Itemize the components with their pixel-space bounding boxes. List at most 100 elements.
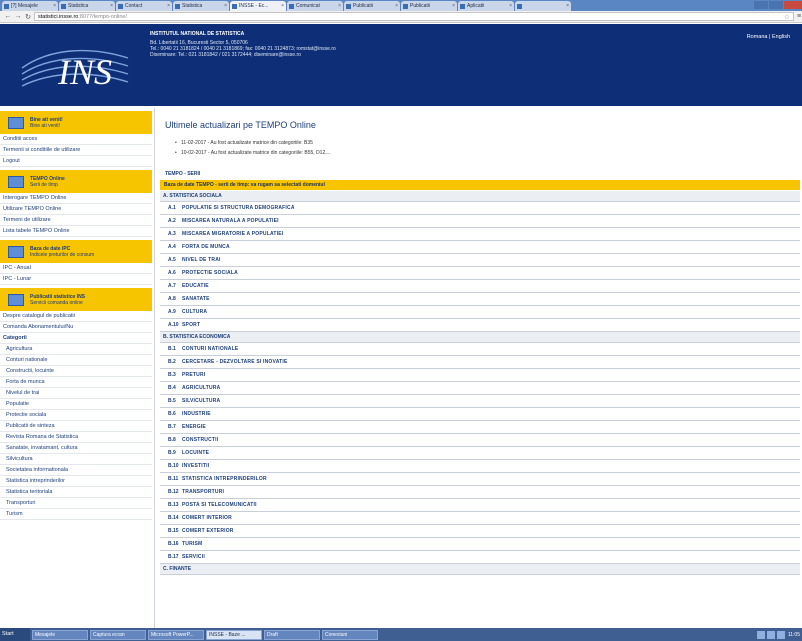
domain-name[interactable]: SILVICULTURA (182, 395, 220, 407)
tab-close-icon[interactable]: × (395, 3, 398, 9)
sidebar-category-link[interactable]: Silvicultura (0, 454, 152, 465)
domain-name[interactable]: PROTECTIE SOCIALA (182, 267, 238, 279)
sidebar-category-link[interactable]: Populatie (0, 399, 152, 410)
forward-icon[interactable]: → (14, 13, 22, 20)
section-header[interactable]: C. FINANTE (160, 564, 800, 575)
domain-name[interactable]: TURISM (182, 538, 202, 550)
sidebar-category-link[interactable]: Turism (0, 509, 152, 520)
browser-tab[interactable]: × (515, 1, 571, 11)
flag-icon[interactable] (776, 630, 785, 639)
sidebar-category-link[interactable]: Transporturi (0, 498, 152, 509)
start-button[interactable]: Start (0, 628, 30, 641)
news-text[interactable]: 11-02-2017 - Au fost actualizate matrice… (181, 138, 313, 148)
sidebar-category-link[interactable]: Publicatii de sinteza (0, 421, 152, 432)
domain-row[interactable]: A.8 SANATATE (160, 293, 800, 306)
domain-name[interactable]: SPORT (182, 319, 200, 331)
domain-row[interactable]: B.8 CONSTRUCTII (160, 434, 800, 447)
minimize-button[interactable] (754, 1, 768, 9)
domain-name[interactable]: POPULATIE SI STRUCTURA DEMOGRAFICA (182, 202, 295, 214)
domain-name[interactable]: STATISTICA INTREPRINDERILOR (182, 473, 267, 485)
domain-row[interactable]: A.10 SPORT (160, 319, 800, 332)
domain-name[interactable]: NIVEL DE TRAI (182, 254, 221, 266)
domain-row[interactable]: A.4 FORTA DE MUNCA (160, 241, 800, 254)
browser-tab[interactable]: Comunicat × (287, 1, 343, 11)
close-window-button[interactable] (784, 1, 802, 9)
domain-row[interactable]: B.4 AGRICULTURA (160, 382, 800, 395)
news-text[interactable]: 10-02-2017 - Au fost actualizate matrice… (181, 148, 331, 158)
sidebar-link[interactable]: Comanda Abonamentului/Nu (0, 322, 152, 333)
sidebar-category-link[interactable]: Nivelul de trai (0, 388, 152, 399)
tab-close-icon[interactable]: × (281, 3, 284, 9)
domain-name[interactable]: CERCETARE - DEZVOLTARE SI INOVATIE (182, 356, 288, 368)
browser-tab[interactable]: Contact × (116, 1, 172, 11)
browser-tab[interactable]: Aplicatii × (458, 1, 514, 11)
browser-tab[interactable]: Statistica × (59, 1, 115, 11)
domain-name[interactable]: SANATATE (182, 293, 210, 305)
domain-row[interactable]: B.14 COMERT INTERIOR (160, 512, 800, 525)
tab-close-icon[interactable]: × (452, 3, 455, 9)
domain-name[interactable]: INDUSTRIE (182, 408, 211, 420)
domain-name[interactable]: TRANSPORTURI (182, 486, 224, 498)
sidebar-link[interactable]: IPC - Anual (0, 263, 152, 274)
domain-row[interactable]: A.6 PROTECTIE SOCIALA (160, 267, 800, 280)
sidebar-link[interactable]: Termeni de utilizare (0, 215, 152, 226)
taskbar-item[interactable]: Mesajele (32, 629, 88, 640)
domain-name[interactable]: POSTA SI TELECOMUNICATII (182, 499, 257, 511)
domain-name[interactable]: EDUCATIE (182, 280, 209, 292)
taskbar-item[interactable]: Captura ecran (90, 629, 146, 640)
sidebar-link[interactable]: Despre catalogul de publicatii (0, 311, 152, 322)
taskbar-item[interactable]: Microsoft PowerP... (148, 629, 204, 640)
domain-name[interactable]: COMERT EXTERIOR (182, 525, 234, 537)
network-icon[interactable] (756, 630, 765, 639)
domain-name[interactable]: MISCAREA NATURALA A POPULATIEI (182, 215, 279, 227)
taskbar-item[interactable]: INSSE - Baze ... (206, 629, 262, 640)
domain-row[interactable]: B.15 COMERT EXTERIOR (160, 525, 800, 538)
sidebar-link[interactable]: Logout (0, 156, 152, 167)
sidebar-category-link[interactable]: Revista Romana de Statistica (0, 432, 152, 443)
domain-name[interactable]: LOCUINTE (182, 447, 209, 459)
browser-tab[interactable]: Publicatii × (344, 1, 400, 11)
domain-name[interactable]: CONTURI NATIONALE (182, 343, 238, 355)
domain-row[interactable]: B.11 STATISTICA INTREPRINDERILOR (160, 473, 800, 486)
ins-logo[interactable]: INS (20, 38, 130, 96)
domain-row[interactable]: A.5 NIVEL DE TRAI (160, 254, 800, 267)
volume-icon[interactable] (766, 630, 775, 639)
bookmark-star-icon[interactable]: ☆ (784, 13, 793, 21)
sidebar-link[interactable]: Interogare TEMPO Online (0, 193, 152, 204)
sidebar-category-link[interactable]: Statistica teritoriala (0, 487, 152, 498)
sidebar-link[interactable]: Conditii acces (0, 134, 152, 145)
domain-row[interactable]: A.9 CULTURA (160, 306, 800, 319)
domain-row[interactable]: B.13 POSTA SI TELECOMUNICATII (160, 499, 800, 512)
sidebar-category-link[interactable]: Forta de munca (0, 377, 152, 388)
domain-name[interactable]: ENERGIE (182, 421, 206, 433)
tab-close-icon[interactable]: × (167, 3, 170, 9)
maximize-button[interactable] (769, 1, 783, 9)
domain-name[interactable]: PRETURI (182, 369, 205, 381)
sidebar-category-link[interactable]: Agricultura (0, 344, 152, 355)
sidebar-category-link[interactable]: Conturi nationale (0, 355, 152, 366)
sidebar-link[interactable]: Utilizare TEMPO Online (0, 204, 152, 215)
taskbar-item[interactable]: Conexiuni (322, 629, 378, 640)
domain-row[interactable]: B.7 ENERGIE (160, 421, 800, 434)
section-header[interactable]: A. STATISTICA SOCIALA (160, 191, 800, 202)
url-input[interactable]: statistici.insse.ro:8077/tempo-online/ ☆ (34, 12, 794, 21)
browser-tab[interactable]: INSSE - Ec... × (230, 1, 286, 11)
reload-icon[interactable]: ↻ (24, 13, 32, 21)
sidebar-link[interactable]: Lista tabele TEMPO Online (0, 226, 152, 237)
sidebar-category-link[interactable]: Statistica intreprinderilor (0, 476, 152, 487)
tab-close-icon[interactable]: × (224, 3, 227, 9)
domain-row[interactable]: B.3 PRETURI (160, 369, 800, 382)
domain-name[interactable]: COMERT INTERIOR (182, 512, 232, 524)
domain-name[interactable]: CONSTRUCTII (182, 434, 218, 446)
sidebar-category-link[interactable]: Sanatate, invatamant, cultura (0, 443, 152, 454)
section-header[interactable]: B. STATISTICA ECONOMICA (160, 332, 800, 343)
domain-row[interactable]: A.3 MISCAREA MIGRATORIE A POPULATIEI (160, 228, 800, 241)
sidebar-link[interactable]: IPC - Lunar (0, 274, 152, 285)
domain-row[interactable]: B.10 INVESTITII (160, 460, 800, 473)
domain-name[interactable]: INVESTITII (182, 460, 209, 472)
browser-tab[interactable]: Statistica × (173, 1, 229, 11)
browser-menu-icon[interactable]: ≡ (797, 13, 801, 20)
domain-row[interactable]: A.7 EDUCATIE (160, 280, 800, 293)
taskbar-item[interactable]: Draft (264, 629, 320, 640)
domain-row[interactable]: A.1 POPULATIE SI STRUCTURA DEMOGRAFICA (160, 202, 800, 215)
